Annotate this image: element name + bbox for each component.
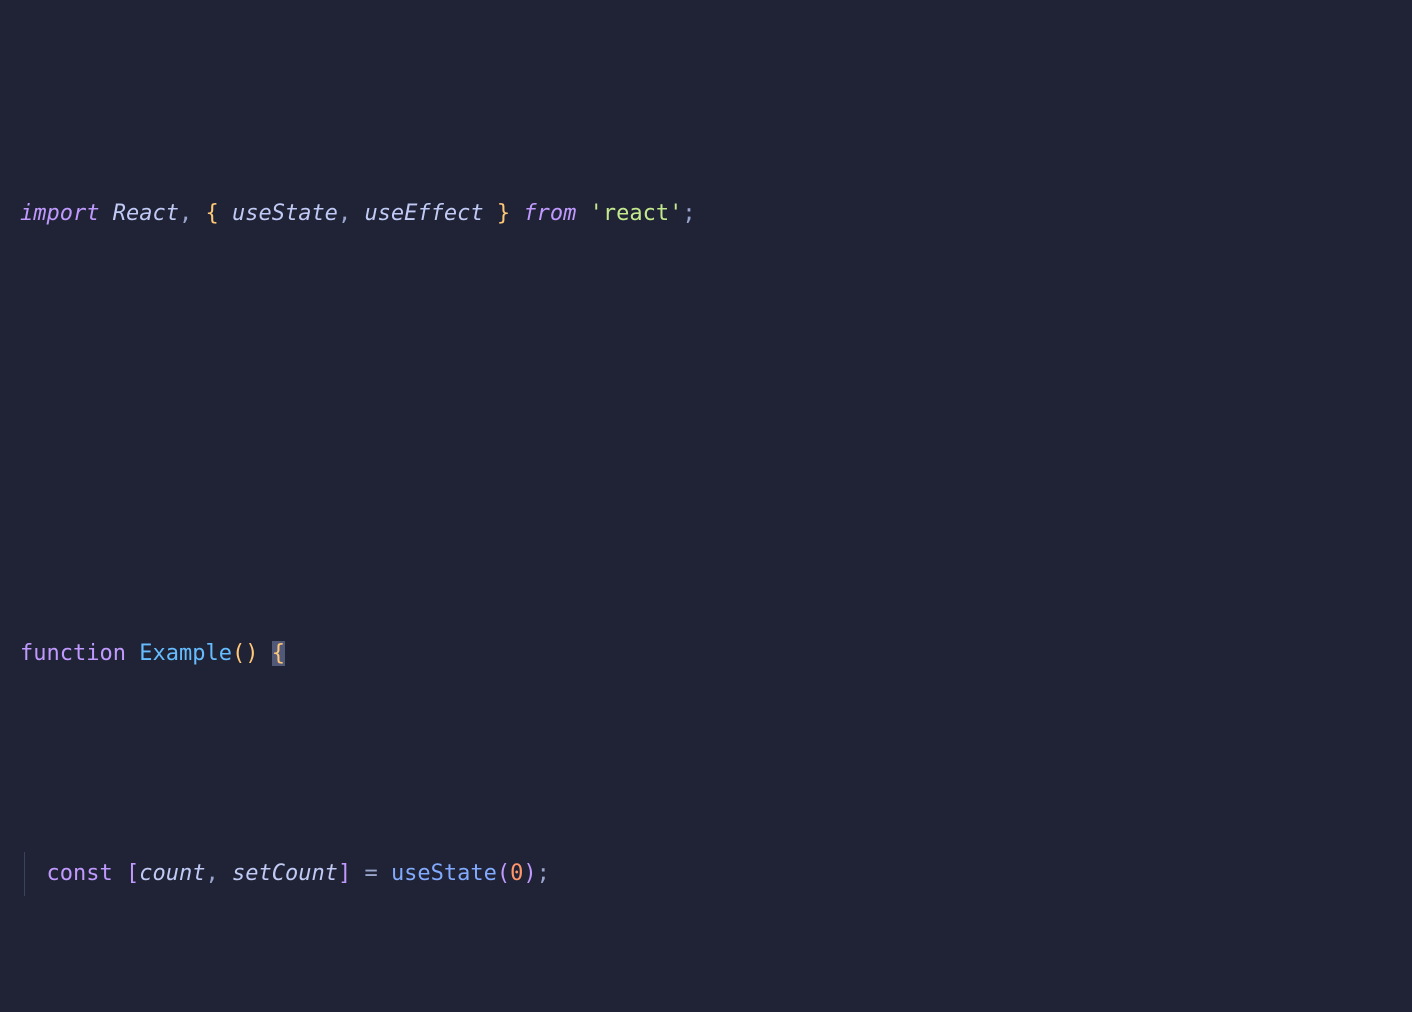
comma: , <box>338 201 351 226</box>
semicolon: ; <box>537 861 550 886</box>
brace-open: { <box>205 201 218 226</box>
paren-open: ( <box>497 861 510 886</box>
ident-useeffect: useEffect <box>364 201 483 226</box>
comma: , <box>205 861 218 886</box>
code-editor[interactable]: import React, { useState, useEffect } fr… <box>0 0 1412 1012</box>
bracket-close: ] <box>338 861 351 886</box>
brace-open-highlighted: { <box>272 641 285 666</box>
string-react: 'react' <box>590 201 683 226</box>
bracket-open: [ <box>126 861 139 886</box>
keyword-function: function <box>20 641 126 666</box>
indent-guide <box>24 852 25 896</box>
ident-react: React <box>113 201 179 226</box>
ident-usestate: useState <box>232 201 338 226</box>
fn-usestate: useState <box>391 861 497 886</box>
keyword-import: import <box>20 201 99 226</box>
equals: = <box>364 861 377 886</box>
ident-setcount: setCount <box>232 861 338 886</box>
ident-count: count <box>139 861 205 886</box>
keyword-from: from <box>523 201 576 226</box>
function-name: Example <box>139 641 232 666</box>
paren-open: ( <box>232 641 245 666</box>
code-line-blank[interactable] <box>20 412 1412 456</box>
brace-close: } <box>497 201 510 226</box>
code-line[interactable]: const [count, setCount] = useState(0); <box>20 852 1412 896</box>
code-line[interactable]: function Example() { <box>20 632 1412 676</box>
code-line[interactable]: import React, { useState, useEffect } fr… <box>20 192 1412 236</box>
semicolon: ; <box>682 201 695 226</box>
paren-close: ) <box>245 641 258 666</box>
keyword-const: const <box>47 861 113 886</box>
comma: , <box>179 201 192 226</box>
number-zero: 0 <box>510 861 523 886</box>
paren-close: ) <box>523 861 536 886</box>
